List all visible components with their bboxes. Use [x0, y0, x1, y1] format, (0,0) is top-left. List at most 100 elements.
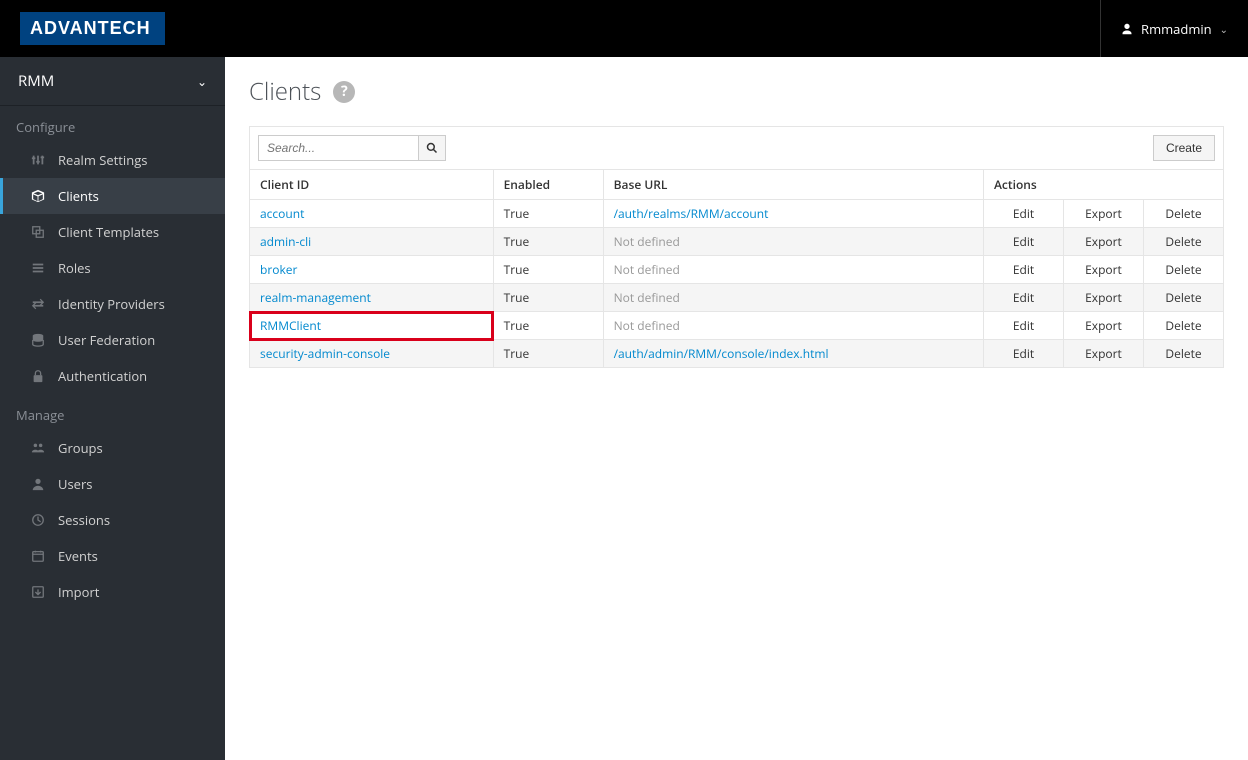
export-action[interactable]: Export	[1064, 256, 1144, 284]
table-row: security-admin-console True/auth/admin/RM…	[250, 340, 1224, 368]
col-base-url: Base URL	[603, 170, 983, 200]
search-button[interactable]	[418, 135, 446, 161]
toolbar: Create	[249, 126, 1224, 169]
clients-table: Client ID Enabled Base URL Actions accou…	[249, 169, 1224, 368]
enabled-cell: True	[493, 256, 603, 284]
col-actions: Actions	[984, 170, 1224, 200]
sidebar-item-label: Users	[58, 475, 92, 493]
realm-selector[interactable]: RMM ⌄	[0, 57, 225, 106]
user-name: Rmmadmin	[1141, 20, 1212, 38]
delete-action[interactable]: Delete	[1144, 200, 1224, 228]
group-icon	[30, 441, 46, 455]
client-id-link[interactable]: broker	[260, 261, 297, 278]
sidebar-item-label: Import	[58, 583, 99, 601]
sliders-icon	[30, 153, 46, 167]
delete-action[interactable]: Delete	[1144, 312, 1224, 340]
sidebar-item-clients[interactable]: Clients	[0, 178, 225, 214]
edit-action[interactable]: Edit	[984, 200, 1064, 228]
user-icon	[30, 477, 46, 491]
enabled-cell: True	[493, 284, 603, 312]
realm-name: RMM	[18, 71, 54, 91]
section-header-manage: Manage	[0, 394, 225, 430]
export-action[interactable]: Export	[1064, 284, 1144, 312]
client-id-link[interactable]: RMMClient	[260, 317, 321, 334]
sidebar-item-label: User Federation	[58, 331, 155, 349]
table-row: account True/auth/realms/RMM/accountEditE…	[250, 200, 1224, 228]
sidebar-item-import[interactable]: Import	[0, 574, 225, 610]
export-action[interactable]: Export	[1064, 200, 1144, 228]
delete-action[interactable]: Delete	[1144, 340, 1224, 368]
enabled-cell: True	[493, 228, 603, 256]
create-button[interactable]: Create	[1153, 135, 1215, 161]
base-url-cell[interactable]: /auth/realms/RMM/account	[603, 200, 983, 228]
list-icon	[30, 261, 46, 275]
table-row: broker TrueNot definedEditExportDelete	[250, 256, 1224, 284]
client-id-link[interactable]: security-admin-console	[260, 345, 390, 362]
base-url-cell: Not defined	[603, 312, 983, 340]
cube-icon	[30, 189, 46, 203]
search-input[interactable]	[258, 135, 418, 161]
sidebar-item-label: Identity Providers	[58, 295, 165, 313]
edit-action[interactable]: Edit	[984, 256, 1064, 284]
calendar-icon	[30, 549, 46, 563]
sidebar-item-label: Sessions	[58, 511, 110, 529]
table-row: admin-cliTrueNot definedEditExportDelete	[250, 228, 1224, 256]
topbar: ADVANTECH Rmmadmin ⌄	[0, 0, 1248, 57]
brand-text: ADVANTECH	[30, 18, 151, 39]
database-icon	[30, 333, 46, 347]
sidebar-item-label: Client Templates	[58, 223, 159, 241]
col-enabled: Enabled	[493, 170, 603, 200]
client-id-link[interactable]: account	[260, 205, 304, 222]
enabled-cell: True	[493, 340, 603, 368]
sidebar-item-authentication[interactable]: Authentication	[0, 358, 225, 394]
sidebar-item-client-templates[interactable]: Client Templates	[0, 214, 225, 250]
sidebar-item-users[interactable]: Users	[0, 466, 225, 502]
brand-logo[interactable]: ADVANTECH	[20, 12, 165, 45]
export-action[interactable]: Export	[1064, 228, 1144, 256]
enabled-cell: True	[493, 200, 603, 228]
client-id-link[interactable]: realm-management	[260, 289, 371, 306]
sidebar-item-events[interactable]: Events	[0, 538, 225, 574]
sidebar: RMM ⌄ Configure Realm Settings Clients C…	[0, 57, 225, 760]
sidebar-item-roles[interactable]: Roles	[0, 250, 225, 286]
table-row: realm-managementTrueNot definedEditExpor…	[250, 284, 1224, 312]
chevron-down-icon: ⌄	[197, 73, 207, 90]
copy-icon	[30, 225, 46, 239]
clock-icon	[30, 513, 46, 527]
page-title: Clients	[249, 75, 321, 108]
client-id-link[interactable]: admin-cli	[260, 233, 311, 250]
export-action[interactable]: Export	[1064, 340, 1144, 368]
lock-icon	[30, 369, 46, 383]
delete-action[interactable]: Delete	[1144, 256, 1224, 284]
search-icon	[426, 142, 438, 154]
edit-action[interactable]: Edit	[984, 340, 1064, 368]
sidebar-item-sessions[interactable]: Sessions	[0, 502, 225, 538]
delete-action[interactable]: Delete	[1144, 284, 1224, 312]
user-menu[interactable]: Rmmadmin ⌄	[1100, 0, 1228, 57]
export-action[interactable]: Export	[1064, 312, 1144, 340]
sidebar-item-user-federation[interactable]: User Federation	[0, 322, 225, 358]
exchange-icon	[30, 297, 46, 311]
sidebar-item-identity-providers[interactable]: Identity Providers	[0, 286, 225, 322]
delete-action[interactable]: Delete	[1144, 228, 1224, 256]
sidebar-item-label: Groups	[58, 439, 103, 457]
sidebar-item-label: Realm Settings	[58, 151, 147, 169]
sidebar-item-label: Clients	[58, 187, 99, 205]
edit-action[interactable]: Edit	[984, 228, 1064, 256]
import-icon	[30, 585, 46, 599]
edit-action[interactable]: Edit	[984, 284, 1064, 312]
table-row: RMMClient TrueNot definedEditExportDelete	[250, 312, 1224, 340]
enabled-cell: True	[493, 312, 603, 340]
sidebar-item-label: Roles	[58, 259, 91, 277]
user-icon	[1121, 23, 1133, 35]
col-client-id: Client ID	[250, 170, 494, 200]
base-url-cell: Not defined	[603, 256, 983, 284]
section-header-configure: Configure	[0, 106, 225, 142]
sidebar-item-realm-settings[interactable]: Realm Settings	[0, 142, 225, 178]
help-icon[interactable]: ?	[333, 81, 355, 103]
chevron-down-icon: ⌄	[1220, 22, 1228, 36]
base-url-cell[interactable]: /auth/admin/RMM/console/index.html	[603, 340, 983, 368]
sidebar-item-groups[interactable]: Groups	[0, 430, 225, 466]
edit-action[interactable]: Edit	[984, 312, 1064, 340]
content-area: Clients ? Create Client ID Enabled Base …	[225, 57, 1248, 760]
